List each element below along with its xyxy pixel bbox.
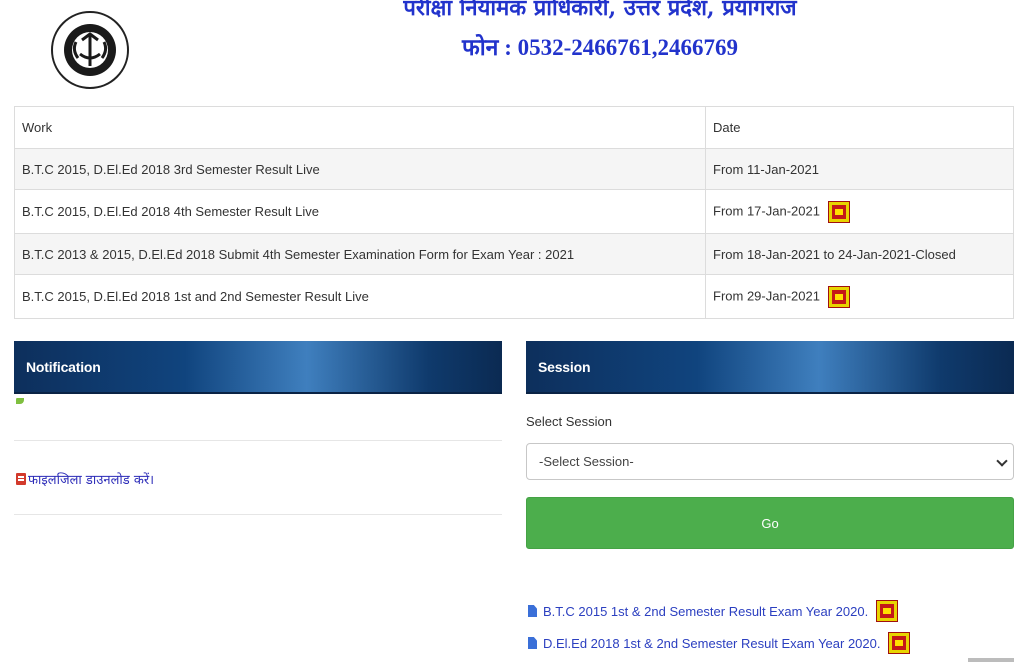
table-row: B.T.C 2015, D.El.Ed 2018 4th Semester Re… bbox=[14, 189, 1014, 234]
page-title: परीक्षा नियामक प्राधिकारी, उत्तर प्रदेश,… bbox=[403, 0, 797, 21]
divider bbox=[14, 514, 502, 515]
table-row: B.T.C 2015, D.El.Ed 2018 3rd Semester Re… bbox=[14, 148, 1014, 190]
new-badge-icon bbox=[827, 200, 850, 223]
work-schedule-table: Work Date B.T.C 2015, D.El.Ed 2018 3rd S… bbox=[14, 106, 1014, 319]
go-button[interactable]: Go bbox=[526, 497, 1014, 549]
scrollbar-thumb[interactable] bbox=[968, 658, 1014, 662]
pdf-icon bbox=[16, 473, 26, 485]
work-cell: B.T.C 2015, D.El.Ed 2018 4th Semester Re… bbox=[14, 189, 706, 234]
session-select-value: -Select Session- bbox=[539, 454, 634, 469]
new-badge-icon bbox=[876, 600, 899, 622]
result-link-btc[interactable]: B.T.C 2015 1st & 2nd Semester Result Exa… bbox=[528, 600, 899, 622]
result-link-deled[interactable]: D.El.Ed 2018 1st & 2nd Semester Result E… bbox=[528, 632, 911, 654]
notification-scroll-area[interactable] bbox=[14, 398, 502, 410]
work-cell: B.T.C 2015, D.El.Ed 2018 3rd Semester Re… bbox=[14, 148, 706, 190]
divider bbox=[14, 440, 502, 441]
result-link-text: D.El.Ed 2018 1st & 2nd Semester Result E… bbox=[543, 635, 881, 651]
column-header-date: Date bbox=[705, 106, 1014, 149]
document-icon bbox=[528, 605, 537, 617]
session-panel-header: Session bbox=[526, 341, 1014, 394]
table-header-row: Work Date bbox=[14, 106, 1014, 149]
emblem-logo bbox=[51, 11, 129, 89]
phone-number: फोन : 0532-2466761,2466769 bbox=[461, 35, 739, 60]
table-row: B.T.C 2013 & 2015, D.El.Ed 2018 Submit 4… bbox=[14, 233, 1014, 275]
chevron-down-icon bbox=[996, 455, 1008, 467]
document-icon bbox=[528, 637, 537, 649]
date-cell: From 17-Jan-2021 bbox=[705, 189, 1014, 234]
select-session-label: Select Session bbox=[526, 414, 612, 429]
new-badge-icon bbox=[827, 285, 850, 308]
notification-link[interactable]: फाइलजिला डाउनलोड करें। bbox=[16, 470, 154, 488]
notification-link-text: फाइलजिला डाउनलोड करें। bbox=[28, 473, 155, 488]
bullet-icon bbox=[16, 398, 24, 404]
date-text: From 18-Jan-2021 to 24-Jan-2021-Closed bbox=[713, 246, 956, 262]
new-badge-icon bbox=[888, 632, 911, 654]
result-link-text: B.T.C 2015 1st & 2nd Semester Result Exa… bbox=[543, 603, 869, 619]
work-cell: B.T.C 2015, D.El.Ed 2018 1st and 2nd Sem… bbox=[14, 274, 706, 319]
notification-panel-header: Notification bbox=[14, 341, 502, 394]
date-cell: From 11-Jan-2021 bbox=[705, 148, 1014, 190]
date-text: From 17-Jan-2021 bbox=[713, 202, 820, 218]
date-text: From 11-Jan-2021 bbox=[713, 161, 819, 177]
session-select[interactable]: -Select Session- bbox=[526, 443, 1014, 480]
date-text: From 29-Jan-2021 bbox=[713, 287, 820, 303]
date-cell: From 29-Jan-2021 bbox=[705, 274, 1014, 319]
table-row: B.T.C 2015, D.El.Ed 2018 1st and 2nd Sem… bbox=[14, 274, 1014, 319]
work-cell: B.T.C 2013 & 2015, D.El.Ed 2018 Submit 4… bbox=[14, 233, 706, 275]
date-cell: From 18-Jan-2021 to 24-Jan-2021-Closed bbox=[705, 233, 1014, 275]
column-header-work: Work bbox=[14, 106, 706, 149]
